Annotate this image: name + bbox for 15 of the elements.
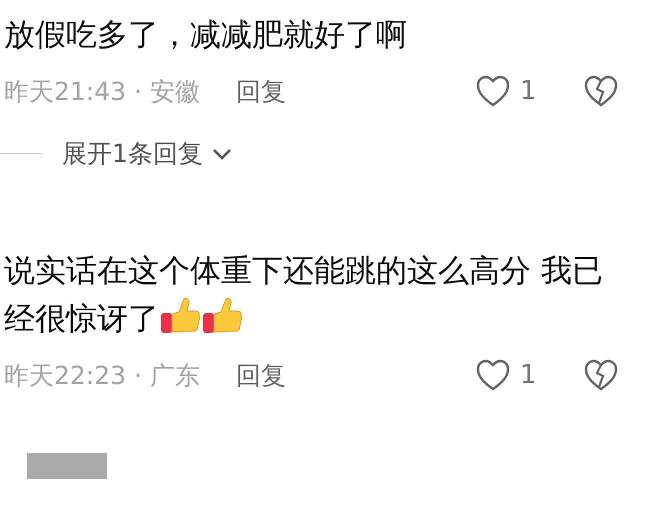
comment-text: 放假吃多了，减减肥就好了啊: [4, 16, 408, 55]
broken-heart-icon[interactable]: [584, 75, 618, 107]
heart-icon[interactable]: [476, 75, 510, 107]
thumbs-up-icon: [201, 295, 243, 335]
like-count: 1: [520, 360, 538, 390]
heart-icon[interactable]: [476, 359, 510, 391]
expand-replies-link[interactable]: 展开1条回复: [62, 137, 233, 170]
like-count: 1: [520, 76, 538, 106]
comment-meta: 昨天22:23 · 广东: [4, 360, 200, 392]
broken-heart-icon[interactable]: [584, 359, 618, 391]
reply-link[interactable]: 回复: [236, 74, 286, 108]
thumbs-up-icon: [159, 295, 201, 335]
comment-text: 说实话在这个体重下还能跳的这么高分 我已经很惊讶了: [4, 252, 604, 339]
reply-link[interactable]: 回复: [236, 358, 286, 392]
comment-meta: 昨天21:43 · 安徽: [4, 76, 200, 108]
